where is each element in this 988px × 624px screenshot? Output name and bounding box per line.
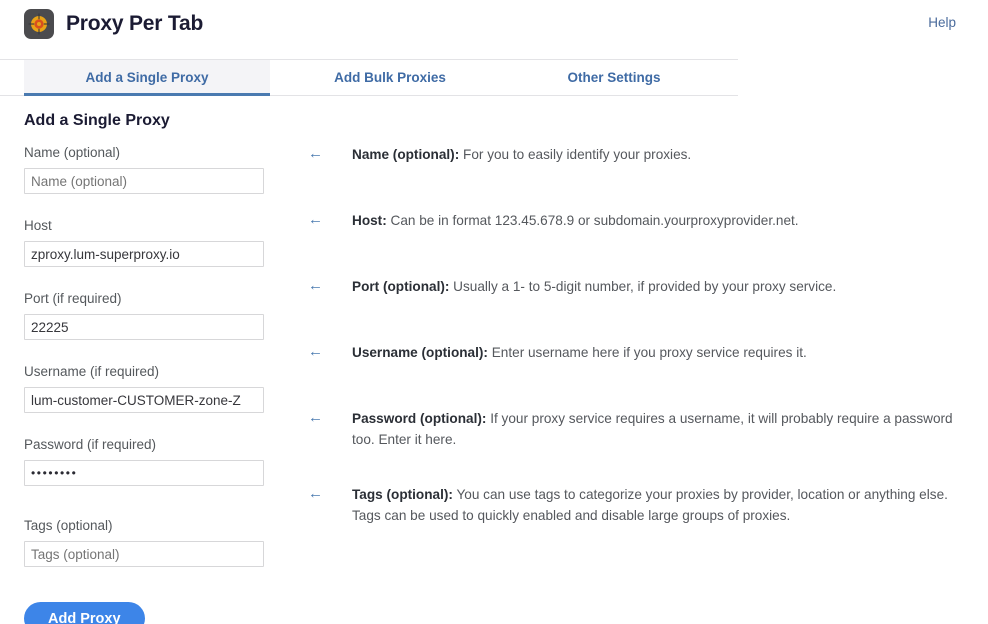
name-input[interactable] <box>24 168 264 194</box>
help-term: Username (optional): <box>352 345 488 360</box>
help-term: Tags (optional): <box>352 487 453 502</box>
field-label-username: Username (if required) <box>24 364 160 379</box>
left-arrow-icon: ← <box>308 211 323 228</box>
target-crosshair-icon <box>24 8 54 39</box>
help-item-username: ← Username (optional): Enter username he… <box>300 342 988 363</box>
proxy-form: Name (optional) Host Port (if required) … <box>24 144 300 590</box>
help-desc: Can be in format 123.45.678.9 or subdoma… <box>386 213 799 228</box>
help-text: Name (optional): For you to easily ident… <box>352 144 691 165</box>
help-desc: Usually a 1- to 5-digit number, if provi… <box>449 279 837 294</box>
left-arrow-icon: ← <box>308 485 323 502</box>
tags-input[interactable] <box>24 541 264 567</box>
page-title: Proxy Per Tab <box>66 11 204 35</box>
brand: Proxy Per Tab <box>24 8 204 39</box>
field-tags: Tags (optional) <box>24 517 300 583</box>
help-item-port: ← Port (optional): Usually a 1- to 5-dig… <box>300 276 988 297</box>
tab-add-bulk-proxies[interactable]: Add Bulk Proxies <box>270 60 510 95</box>
help-item-tags: ← Tags (optional): You can use tags to c… <box>300 484 988 526</box>
tab-label: Add a Single Proxy <box>85 70 209 85</box>
form-and-help-columns: Name (optional) Host Port (if required) … <box>24 144 988 590</box>
help-desc: For you to easily identify your proxies. <box>459 147 692 162</box>
field-label-name: Name (optional) <box>24 145 121 160</box>
host-input[interactable] <box>24 241 264 267</box>
help-text: Host: Can be in format 123.45.678.9 or s… <box>352 210 799 231</box>
left-arrow-icon: ← <box>308 145 323 162</box>
tab-label: Add Bulk Proxies <box>334 70 446 85</box>
help-link[interactable]: Help <box>928 15 956 30</box>
username-input[interactable] <box>24 387 264 413</box>
help-text: Tags (optional): You can use tags to cat… <box>352 484 962 526</box>
help-text: Username (optional): Enter username here… <box>352 342 807 363</box>
field-label-port: Port (if required) <box>24 291 122 306</box>
section-title: Add a Single Proxy <box>24 112 170 129</box>
help-item-password: ← Password (optional): If your proxy ser… <box>300 408 988 450</box>
main-content: Add a Single Proxy Name (optional) Host … <box>0 96 988 624</box>
help-desc: Enter username here if you proxy service… <box>487 345 807 360</box>
field-label-password: Password (if required) <box>24 437 157 452</box>
left-arrow-icon: ← <box>308 277 323 294</box>
field-label-host: Host <box>24 218 52 233</box>
help-term: Host: <box>352 213 387 228</box>
help-item-host: ← Host: Can be in format 123.45.678.9 or… <box>300 210 988 231</box>
tab-label: Other Settings <box>567 70 661 85</box>
port-input[interactable] <box>24 314 264 340</box>
help-item-name: ← Name (optional): For you to easily ide… <box>300 144 988 165</box>
password-input[interactable] <box>24 460 264 486</box>
field-label-tags: Tags (optional) <box>24 518 113 533</box>
field-password: Password (if required) <box>24 436 300 510</box>
help-term: Name (optional): <box>352 147 460 162</box>
left-arrow-icon: ← <box>308 409 323 426</box>
help-term: Password (optional): <box>352 411 487 426</box>
tab-bar: Add a Single Proxy Add Bulk Proxies Othe… <box>0 59 738 96</box>
help-term: Port (optional): <box>352 279 450 294</box>
field-port: Port (if required) <box>24 290 300 356</box>
field-host: Host <box>24 217 300 283</box>
field-username: Username (if required) <box>24 363 300 429</box>
tab-other-settings[interactable]: Other Settings <box>510 60 718 95</box>
help-text: Port (optional): Usually a 1- to 5-digit… <box>352 276 836 297</box>
app-header: Proxy Per Tab Help <box>0 0 988 47</box>
field-name: Name (optional) <box>24 144 300 210</box>
left-arrow-icon: ← <box>308 343 323 360</box>
tab-add-a-single-proxy[interactable]: Add a Single Proxy <box>24 60 270 96</box>
help-text: Password (optional): If your proxy servi… <box>352 408 962 450</box>
add-proxy-button[interactable]: Add Proxy <box>24 602 145 624</box>
